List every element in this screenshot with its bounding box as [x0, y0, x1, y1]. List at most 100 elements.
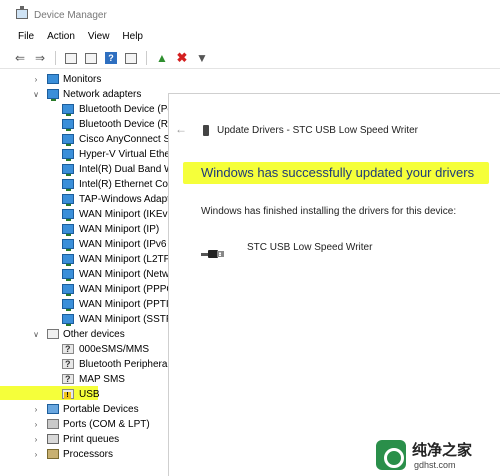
- unknown-device-icon: [62, 342, 74, 357]
- tree-item-label: Processors: [63, 449, 114, 460]
- tree-item-bluetooth-device-ri[interactable]: Bluetooth Device (RI: [0, 117, 168, 132]
- menu-view[interactable]: View: [82, 30, 117, 46]
- tree-item-intel-r-ethernet-cor[interactable]: Intel(R) Ethernet Cor: [0, 177, 168, 192]
- expand-chevron-icon[interactable]: ›: [32, 432, 40, 447]
- device-tree: › Monitors ∨ Network adapters Bluetooth Devi…: [0, 72, 168, 476]
- ports-icon: [47, 419, 59, 429]
- tree-item-tap-windows-adapt[interactable]: TAP-Windows Adapt: [0, 192, 168, 207]
- tree-item-print-queues[interactable]: › Print queues: [0, 432, 168, 447]
- expand-chevron-icon[interactable]: ›: [32, 417, 40, 432]
- portable-devices-icon: [47, 404, 59, 414]
- tree-item-label: WAN Miniport (IP): [79, 224, 160, 235]
- tree-item-other-devices[interactable]: ∨ Other devices: [0, 327, 168, 342]
- watermark: 纯净之家 gdhst.com: [376, 438, 498, 474]
- tree-item-wan-miniport-ip[interactable]: WAN Miniport (IP): [0, 222, 168, 237]
- warning-device-icon: [62, 389, 74, 399]
- tree-item-wan-miniport-netw[interactable]: WAN Miniport (Netw: [0, 267, 168, 282]
- tree-item-label: Other devices: [63, 329, 125, 340]
- expand-chevron-icon[interactable]: ›: [32, 72, 40, 87]
- tree-item-label: USB: [79, 389, 100, 400]
- menu-file[interactable]: File: [0, 30, 41, 46]
- processor-icon: [47, 449, 59, 459]
- menu-help[interactable]: Help: [116, 30, 150, 46]
- tree-item-label: WAN Miniport (IKEv: [79, 209, 168, 220]
- printer-icon: [47, 434, 59, 444]
- unknown-device-icon: [62, 372, 74, 387]
- finished-message: Windows has finished installing the driv…: [201, 206, 457, 217]
- tree-item-label: WAN Miniport (PPPO: [79, 284, 168, 295]
- tree-item-usb[interactable]: USB: [0, 387, 168, 402]
- menu-bar: File Action View Help: [0, 30, 500, 46]
- usb-plug-icon: [201, 250, 224, 258]
- tree-item-wan-miniport-pppo[interactable]: WAN Miniport (PPPO: [0, 282, 168, 297]
- tree-item-label: Intel(R) Ethernet Cor: [79, 179, 168, 190]
- expand-chevron-icon[interactable]: ›: [32, 402, 40, 417]
- watermark-logo-icon: [376, 440, 406, 470]
- tree-item-wan-miniport-ppti[interactable]: WAN Miniport (PPTI: [0, 297, 168, 312]
- tree-item-processors[interactable]: › Processors: [0, 447, 168, 462]
- back-arrow-icon[interactable]: ←: [175, 122, 187, 136]
- tree-item-label: Network adapters: [63, 89, 142, 100]
- toolbar: ⇐ ⇒ ? ▲ ✖ ▼: [0, 48, 500, 68]
- network-adapter-icon: [62, 164, 74, 176]
- network-adapter-icon: [62, 284, 74, 296]
- tree-item-label: Monitors: [63, 74, 102, 85]
- tree-item-wan-miniport-ipv6[interactable]: WAN Miniport (IPv6: [0, 237, 168, 252]
- network-adapter-icon: [62, 269, 74, 281]
- tree-item-label: Ports (COM & LPT): [63, 419, 150, 430]
- menu-action[interactable]: Action: [41, 30, 82, 46]
- other-devices-icon: [47, 329, 59, 339]
- tree-item-label: Portable Devices: [63, 404, 139, 415]
- watermark-url: gdhst.com: [414, 460, 456, 470]
- tree-item-label: Hyper-V Virtual Ethe: [79, 149, 168, 160]
- tree-item-cisco-anyconnect-s[interactable]: Cisco AnyConnect S: [0, 132, 168, 147]
- enable-device-icon[interactable]: ▲: [154, 50, 170, 66]
- tree-item-label: Intel(R) Dual Band W: [79, 164, 168, 175]
- tree-item-portable-devices[interactable]: › Portable Devices: [0, 402, 168, 417]
- expand-chevron-icon[interactable]: ›: [32, 447, 40, 462]
- tree-item-label: Bluetooth Device (RI: [79, 119, 168, 130]
- back-arrow-icon[interactable]: ⇐: [12, 50, 28, 66]
- properties-icon[interactable]: [63, 50, 79, 66]
- tree-item-bluetooth-peripheral[interactable]: Bluetooth Peripheral: [0, 357, 168, 372]
- collapse-chevron-icon[interactable]: ∨: [32, 327, 40, 342]
- tree-item-wan-miniport-l2tp[interactable]: WAN Miniport (L2TP: [0, 252, 168, 267]
- device-manager-icon: [16, 6, 28, 19]
- tree-item-label: Cisco AnyConnect S: [79, 134, 168, 145]
- collapse-chevron-icon[interactable]: ∨: [32, 87, 40, 102]
- unknown-device-icon: [62, 357, 74, 372]
- tree-item-label: 000eSMS/MMS: [79, 344, 150, 355]
- tree-item-map-sms[interactable]: MAP SMS: [0, 372, 168, 387]
- tree-item-label: WAN Miniport (IPv6: [79, 239, 167, 250]
- tree-item-network-adapters[interactable]: ∨ Network adapters: [0, 87, 168, 102]
- tree-item-ports-com-lpt[interactable]: › Ports (COM & LPT): [0, 417, 168, 432]
- tree-item-hyper-v-virtual-ethe[interactable]: Hyper-V Virtual Ethe: [0, 147, 168, 162]
- update-drivers-dialog: ← Update Drivers - STC USB Low Speed Wri…: [168, 93, 500, 476]
- tree-item-000esms-mms[interactable]: 000eSMS/MMS: [0, 342, 168, 357]
- tree-item-wan-miniport-ikev[interactable]: WAN Miniport (IKEv: [0, 207, 168, 222]
- tree-item-label: Bluetooth Device (Pe: [79, 104, 168, 115]
- device-name: STC USB Low Speed Writer: [247, 242, 373, 253]
- update-driver-icon[interactable]: [83, 50, 99, 66]
- tree-item-label: WAN Miniport (PPTI: [79, 299, 168, 310]
- network-adapter-icon: [62, 119, 74, 131]
- tree-item-label: WAN Miniport (L2TP: [79, 254, 168, 265]
- scan-hardware-icon[interactable]: [123, 50, 139, 66]
- download-icon[interactable]: ▼: [194, 50, 210, 66]
- tree-item-wan-miniport-sstp[interactable]: WAN Miniport (SSTP: [0, 312, 168, 327]
- usb-device-icon: [203, 125, 209, 136]
- tree-item-bluetooth-device-pe[interactable]: Bluetooth Device (Pe: [0, 102, 168, 117]
- toolbar-separator: [146, 51, 147, 65]
- network-adapter-icon: [62, 239, 74, 251]
- tree-item-intel-r-dual-band-w[interactable]: Intel(R) Dual Band W: [0, 162, 168, 177]
- toolbar-separator: [55, 51, 56, 65]
- network-adapter-icon: [62, 194, 74, 206]
- help-icon[interactable]: ?: [103, 50, 119, 66]
- forward-arrow-icon[interactable]: ⇒: [32, 50, 48, 66]
- network-adapter-icon: [62, 299, 74, 311]
- uninstall-icon[interactable]: ✖: [174, 50, 190, 66]
- tree-item-monitors[interactable]: › Monitors: [0, 72, 168, 87]
- tree-item-label: Print queues: [63, 434, 120, 445]
- network-adapter-icon: [62, 254, 74, 266]
- network-adapter-icon: [62, 314, 74, 326]
